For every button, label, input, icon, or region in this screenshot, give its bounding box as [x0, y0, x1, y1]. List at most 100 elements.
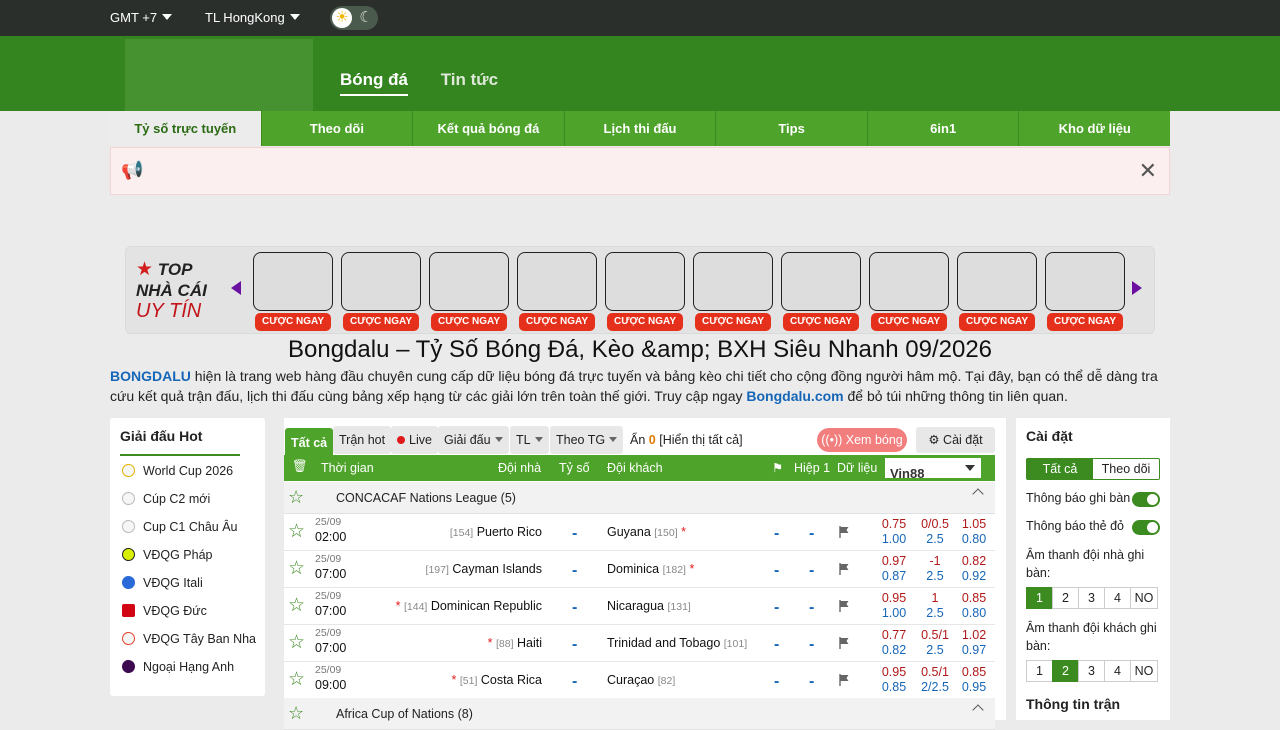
scope-follow[interactable]: Theo dõi: [1093, 459, 1159, 479]
league-c1[interactable]: Cup C1 Châu Âu: [122, 520, 238, 534]
league-italy[interactable]: VĐQG Itali: [122, 576, 203, 590]
odds-col-3[interactable]: 0.85 0.95: [954, 665, 994, 695]
odds-col-2[interactable]: 1 2.5: [915, 591, 955, 621]
home-team[interactable]: [197] Cayman Islands: [426, 562, 542, 576]
away-team[interactable]: Guyana [150] *: [607, 525, 686, 539]
league-germany[interactable]: VĐQG Đức: [122, 604, 207, 618]
flag-icon[interactable]: [839, 563, 850, 575]
flag-icon[interactable]: [839, 637, 850, 649]
league-england[interactable]: Ngoại Hạng Anh: [122, 660, 234, 674]
flag-icon[interactable]: [839, 526, 850, 538]
bookmaker-slot[interactable]: [429, 252, 509, 311]
odds-col-2[interactable]: 0.5/1 2.5: [915, 628, 955, 658]
away-sound-option[interactable]: 3: [1078, 660, 1105, 682]
bet-now-button[interactable]: CƯỢC NGAY: [431, 313, 507, 331]
star-icon[interactable]: ☆: [288, 594, 305, 617]
star-icon[interactable]: ☆: [288, 487, 304, 508]
prev-arrow-icon[interactable]: [231, 281, 241, 295]
site-logo[interactable]: [125, 39, 313, 111]
filter-league[interactable]: Giải đấu: [438, 426, 509, 454]
home-team[interactable]: * [88] Haiti: [488, 636, 542, 650]
filter-hot[interactable]: Trận hot: [333, 426, 392, 454]
bet-now-button[interactable]: CƯỢC NGAY: [343, 313, 419, 331]
bookmaker-slot[interactable]: [517, 252, 597, 311]
match-row[interactable]: ☆ 25/09 09:00 * [51] Costa Rica - Curaçao [82…: [284, 662, 995, 699]
star-icon[interactable]: ☆: [288, 557, 305, 580]
flag-icon[interactable]: [839, 600, 850, 612]
league-spain[interactable]: VĐQG Tây Ban Nha: [122, 632, 256, 646]
bookmaker-slot[interactable]: [693, 252, 773, 311]
bet-now-button[interactable]: CƯỢC NGAY: [519, 313, 595, 331]
bookmaker-slot[interactable]: [341, 252, 421, 311]
theme-toggle[interactable]: ☀ ☾: [330, 6, 378, 30]
next-arrow-icon[interactable]: [1132, 281, 1142, 295]
star-icon[interactable]: ☆: [288, 668, 305, 691]
tab-6in1[interactable]: 6in1: [866, 111, 1019, 146]
tab-results[interactable]: Kết quả bóng đá: [412, 111, 564, 146]
filter-tl[interactable]: TL: [510, 426, 549, 454]
odds-col-3[interactable]: 0.85 0.80: [954, 591, 994, 621]
bookmaker-slot[interactable]: [605, 252, 685, 311]
star-icon[interactable]: ☆: [288, 520, 305, 543]
bookmaker-select[interactable]: Vin88: [885, 458, 981, 481]
flag-icon[interactable]: [839, 674, 850, 686]
odds-col-3[interactable]: 0.82 0.92: [954, 554, 994, 584]
home-sound-option[interactable]: NO: [1130, 587, 1158, 609]
away-sound-option[interactable]: 1: [1026, 660, 1053, 682]
bookmaker-slot[interactable]: [253, 252, 333, 311]
match-row[interactable]: ☆ 25/09 07:00 [197] Cayman Islands - Dominic…: [284, 551, 995, 588]
league-row[interactable]: ☆ Africa Cup of Nations (8): [284, 698, 995, 730]
watch-button[interactable]: ((•)) Xem bóng: [817, 428, 907, 452]
odds-col-3[interactable]: 1.05 0.80: [954, 517, 994, 547]
odds-col-3[interactable]: 1.02 0.97: [954, 628, 994, 658]
close-icon[interactable]: ✕: [1139, 158, 1157, 184]
tab-following[interactable]: Theo dõi: [260, 111, 413, 146]
match-row[interactable]: ☆ 25/09 07:00 * [88] Haiti - Trinidad and Tob…: [284, 625, 995, 662]
away-sound-option[interactable]: NO: [1130, 660, 1158, 682]
away-team[interactable]: Dominica [182] *: [607, 562, 694, 576]
bet-now-button[interactable]: CƯỢC NGAY: [607, 313, 683, 331]
match-score[interactable]: -: [572, 525, 577, 543]
home-team[interactable]: [154] Puerto Rico: [450, 525, 542, 539]
match-score[interactable]: -: [572, 562, 577, 580]
tab-live-scores[interactable]: Tỷ số trực tuyến: [110, 111, 261, 146]
match-score[interactable]: -: [572, 636, 577, 654]
scope-all[interactable]: Tất cả: [1027, 459, 1093, 479]
home-team[interactable]: * [51] Costa Rica: [452, 673, 543, 687]
home-sound-option[interactable]: 4: [1104, 587, 1131, 609]
bet-now-button[interactable]: CƯỢC NGAY: [783, 313, 859, 331]
bookmaker-slot[interactable]: [869, 252, 949, 311]
trash-icon[interactable]: 🗑: [292, 459, 308, 474]
league-france[interactable]: VĐQG Pháp: [122, 548, 212, 562]
odds-col-1[interactable]: 0.77 0.82: [874, 628, 914, 658]
star-icon[interactable]: ☆: [288, 631, 305, 654]
tab-tips[interactable]: Tips: [715, 111, 867, 146]
bet-now-button[interactable]: CƯỢC NGAY: [255, 313, 331, 331]
league-c2[interactable]: Cúp C2 mới: [122, 492, 210, 506]
league-row[interactable]: ☆ CONCACAF Nations League (5): [284, 482, 995, 514]
odds-col-1[interactable]: 0.75 1.00: [874, 517, 914, 547]
nav-news[interactable]: Tin tức: [441, 70, 498, 94]
match-score[interactable]: -: [572, 673, 577, 691]
timezone-select[interactable]: GMT +7: [110, 10, 173, 25]
settings-button[interactable]: ⚙ Cài đặt: [916, 427, 995, 453]
match-score[interactable]: -: [572, 599, 577, 617]
bookmaker-slot[interactable]: [1045, 252, 1125, 311]
odds-col-1[interactable]: 0.95 0.85: [874, 665, 914, 695]
match-row[interactable]: ☆ 25/09 02:00 [154] Puerto Rico - Guyana [15…: [284, 514, 995, 551]
odds-col-2[interactable]: 0/0.5 2.5: [915, 517, 955, 547]
league-world-cup[interactable]: World Cup 2026: [122, 464, 233, 478]
chevron-up-icon[interactable]: [972, 488, 984, 500]
chevron-up-icon[interactable]: [972, 704, 984, 716]
away-sound-option[interactable]: 4: [1104, 660, 1131, 682]
odds-col-1[interactable]: 0.95 1.00: [874, 591, 914, 621]
show-all-link[interactable]: [Hiển thị tất cả]: [659, 433, 742, 447]
bet-now-button[interactable]: CƯỢC NGAY: [959, 313, 1035, 331]
goal-notify-switch[interactable]: [1132, 492, 1160, 507]
intro-link[interactable]: Bongdalu.com: [746, 388, 843, 404]
filter-all[interactable]: Tất cả: [285, 428, 334, 458]
filter-sort[interactable]: Theo TG: [550, 426, 624, 454]
away-sound-option[interactable]: 2: [1052, 660, 1079, 682]
bookmaker-slot[interactable]: [957, 252, 1037, 311]
tab-fixtures[interactable]: Lịch thi đấu: [563, 111, 716, 146]
